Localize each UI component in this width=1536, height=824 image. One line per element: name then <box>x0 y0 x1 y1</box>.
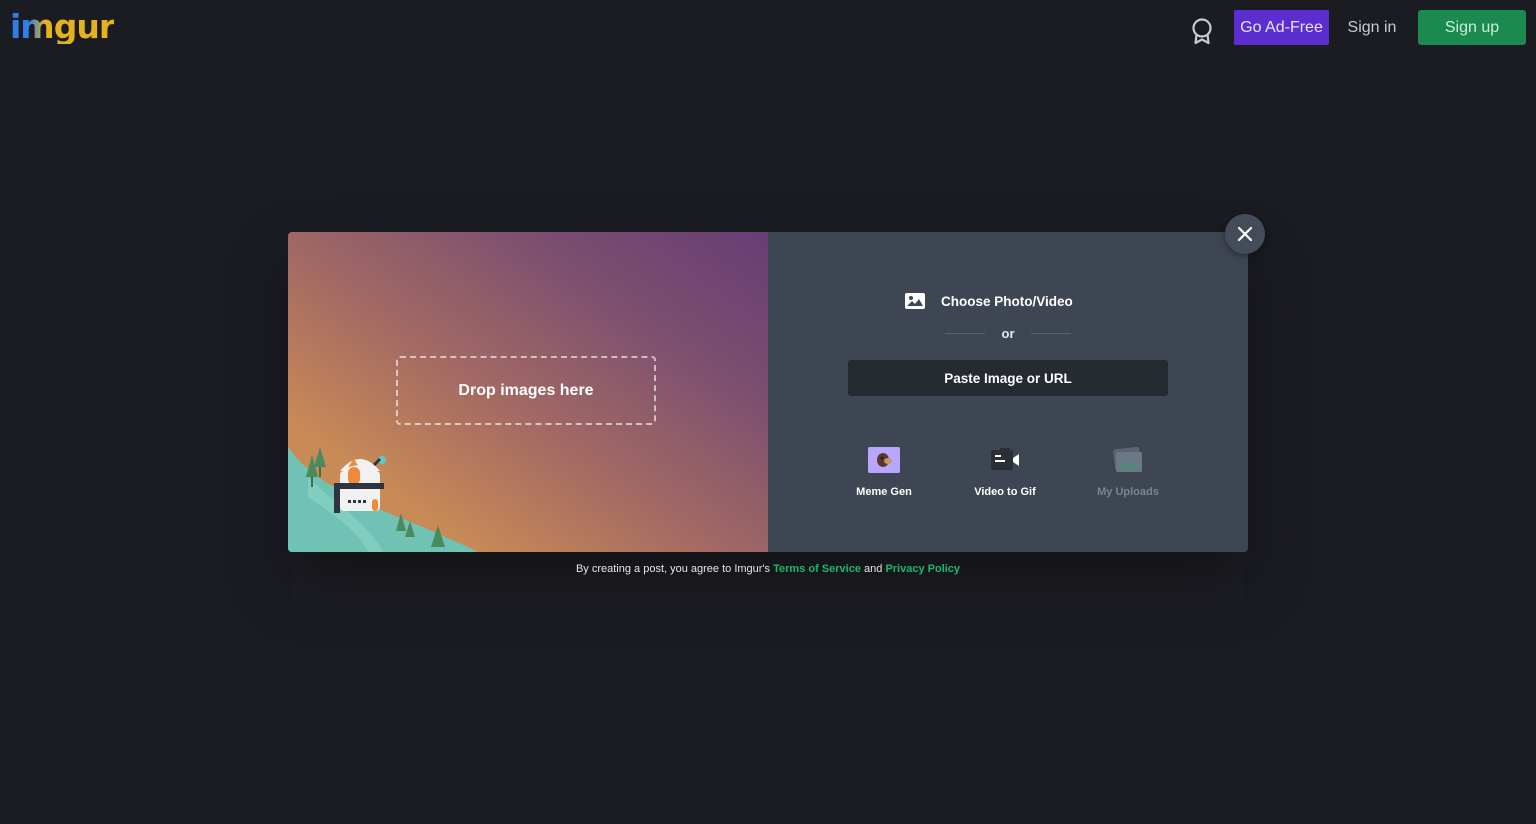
paste-image-url-button[interactable]: Paste Image or URL <box>848 360 1168 396</box>
choose-photo-video-button[interactable]: Choose Photo/Video <box>905 290 1073 312</box>
image-icon <box>905 293 925 309</box>
meme-gen-icon <box>868 447 900 473</box>
video-to-gif-label: Video to Gif <box>974 486 1036 498</box>
modal-footer-shadow <box>292 552 1244 606</box>
sign-up-button[interactable]: Sign up <box>1418 10 1526 45</box>
or-divider: or <box>945 325 1071 341</box>
award-icon[interactable] <box>1189 17 1215 45</box>
my-uploads-label: My Uploads <box>1097 486 1159 498</box>
upload-modal: Drop images here Choose Photo/Video or P… <box>288 232 1248 552</box>
drop-zone[interactable]: Drop images here <box>396 356 656 425</box>
imgur-logo[interactable]: imgur <box>10 10 115 44</box>
close-icon <box>1237 226 1253 242</box>
upload-options: Choose Photo/Video or Paste Image or URL… <box>768 232 1248 552</box>
go-ad-free-button[interactable]: Go Ad-Free <box>1234 10 1329 45</box>
terms-of-service-link[interactable]: Terms of Service <box>773 563 861 575</box>
drop-area[interactable]: Drop images here <box>288 232 768 552</box>
video-to-gif-button[interactable]: Video to Gif <box>960 446 1050 506</box>
my-uploads-button[interactable]: My Uploads <box>1083 446 1173 506</box>
meme-gen-label: Meme Gen <box>856 486 912 498</box>
close-modal-button[interactable] <box>1225 214 1265 254</box>
terms-and: and <box>864 563 883 575</box>
observatory-illustration <box>288 447 478 552</box>
choose-photo-video-label: Choose Photo/Video <box>941 293 1073 309</box>
divider-line <box>945 332 985 334</box>
sign-in-button[interactable]: Sign in <box>1340 10 1404 45</box>
my-uploads-icon <box>1113 446 1142 472</box>
terms-notice: By creating a post, you agree to Imgur's… <box>288 563 1248 575</box>
privacy-policy-link[interactable]: Privacy Policy <box>885 563 960 575</box>
meme-gen-button[interactable]: Meme Gen <box>839 446 929 506</box>
divider-line <box>1031 332 1071 334</box>
video-to-gif-icon <box>991 448 1019 470</box>
terms-prefix: By creating a post, you agree to Imgur's <box>575 563 771 575</box>
or-label: or <box>1001 325 1015 341</box>
